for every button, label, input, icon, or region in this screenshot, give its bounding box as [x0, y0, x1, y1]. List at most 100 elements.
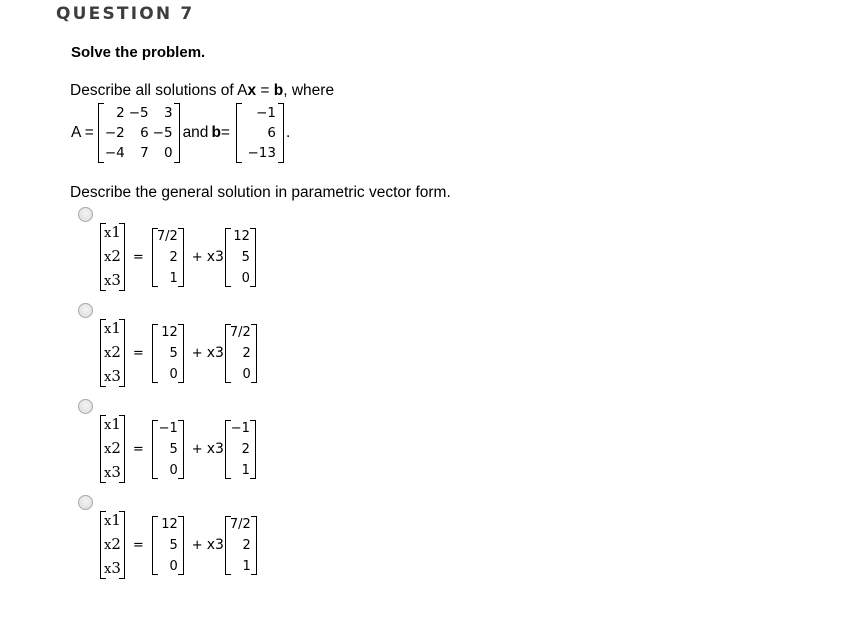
unknown-entry: x2 [104, 535, 121, 553]
answer-option-c[interactable]: x1 x2 x3 = −1 5 0 + x3 −1 2 1 [78, 399, 378, 491]
subscript-index: 3 [111, 559, 121, 577]
plus-sign: + [191, 249, 203, 265]
unknown-entry: x2 [104, 343, 121, 361]
constant-entry: 1 [169, 270, 178, 286]
vector-b-cell: −1 [256, 105, 276, 121]
unknown-entry: x1 [104, 223, 121, 241]
unknown-vector: x1 x2 x3 [100, 509, 125, 581]
matrix-a-row: 2 −5 3 [103, 103, 175, 123]
matrix-a-cell: 0 [163, 145, 173, 161]
direction-vector: 7/2 2 0 [224, 322, 257, 385]
matrix-a-cell: −2 [104, 125, 125, 141]
question-header: QUESTION 7 [56, 4, 195, 24]
option-equation: x1 x2 x3 = 12 5 0 + x3 7/2 2 0 [100, 317, 257, 389]
parameter-label: x3 [206, 249, 224, 265]
answer-option-b[interactable]: x1 x2 x3 = 12 5 0 + x3 7/2 2 0 [78, 303, 378, 395]
subscript-index: 2 [111, 439, 121, 457]
parameter-label: x3 [206, 345, 224, 361]
option-equation: x1 x2 x3 = 7/2 2 1 + x3 12 5 0 [100, 221, 256, 293]
constant-entry: 7/2 [156, 228, 178, 244]
subscript-index: 2 [111, 535, 121, 553]
unknown-vector: x1 x2 x3 [100, 221, 125, 293]
matrix-a: 2 −5 3 −2 6 −5 −4 7 0 [97, 102, 180, 164]
subscript-index: 1 [111, 415, 121, 433]
option-equation: x1 x2 x3 = 12 5 0 + x3 7/2 2 1 [100, 509, 257, 581]
prompt-prefix: Describe all solutions of A [70, 82, 248, 99]
unknown-entry: x3 [104, 271, 121, 289]
problem-prompt: Describe all solutions of Ax = b, where [70, 82, 334, 100]
unknown-entry: x1 [104, 319, 121, 337]
constant-entry: 12 [161, 516, 178, 532]
radio-button[interactable] [78, 207, 93, 222]
direction-entry: 2 [242, 537, 251, 553]
option-equation: x1 x2 x3 = −1 5 0 + x3 −1 2 1 [100, 413, 256, 485]
direction-entry: 7/2 [229, 516, 251, 532]
direction-entry: 1 [242, 558, 251, 574]
direction-entry: 2 [241, 441, 250, 457]
matrix-a-cell: 2 [116, 105, 125, 121]
vector-b-cell: −13 [247, 145, 276, 161]
constant-vector: 12 5 0 [151, 514, 184, 577]
matrix-a-cell: 7 [140, 145, 149, 161]
constant-vector: 7/2 2 1 [151, 226, 184, 289]
constant-entry: 5 [169, 441, 178, 457]
matrix-a-cell: 6 [140, 125, 149, 141]
constant-entry: 0 [169, 366, 178, 382]
radio-button[interactable] [78, 495, 93, 510]
vector-b: −1 6 −13 [235, 102, 284, 164]
constant-entry: −1 [158, 420, 178, 436]
parameter-label: x3 [206, 537, 224, 553]
constant-entry: 2 [169, 249, 178, 265]
general-solution-prompt: Describe the general solution in paramet… [70, 184, 451, 201]
direction-vector: −1 2 1 [224, 418, 256, 481]
prompt-b-bold: b [273, 82, 284, 99]
matrix-a-cell: −5 [152, 125, 173, 141]
unknown-entry: x3 [104, 367, 121, 385]
matrix-a-cell: 3 [163, 105, 173, 121]
unknown-entry: x1 [104, 415, 121, 433]
plus-sign: + [191, 537, 203, 553]
matrix-a-row: −4 7 0 [103, 143, 175, 163]
constant-vector: −1 5 0 [151, 418, 184, 481]
parameter-label: x3 [206, 441, 224, 457]
direction-entry: 1 [241, 462, 250, 478]
unknown-entry: x2 [104, 247, 121, 265]
unknown-entry: x3 [104, 463, 121, 481]
direction-entry: 5 [241, 249, 250, 265]
matrix-a-row: −2 6 −5 [103, 123, 175, 143]
answer-option-d[interactable]: x1 x2 x3 = 12 5 0 + x3 7/2 2 1 [78, 495, 378, 587]
direction-entry: 0 [242, 366, 251, 382]
radio-button[interactable] [78, 399, 93, 414]
constant-entry: 12 [161, 324, 178, 340]
unknown-entry: x2 [104, 439, 121, 457]
equals-sign: = [132, 537, 144, 553]
prompt-x-bold: x [247, 82, 257, 99]
and-label: and [182, 124, 209, 141]
subscript-index: 1 [111, 511, 121, 529]
vector-b-cell: 6 [267, 125, 276, 141]
plus-sign: + [191, 345, 203, 361]
constant-vector: 12 5 0 [151, 322, 184, 385]
radio-button[interactable] [78, 303, 93, 318]
subscript-index: 2 [111, 343, 121, 361]
answer-option-a[interactable]: x1 x2 x3 = 7/2 2 1 + x3 12 5 0 [78, 207, 378, 299]
equals-sign: = [132, 345, 144, 361]
vector-b-equals: = [220, 124, 230, 141]
unknown-entry: x1 [104, 511, 121, 529]
prompt-suffix: , where [283, 82, 335, 99]
subscript-index: 3 [111, 463, 121, 481]
unknown-vector: x1 x2 x3 [100, 317, 125, 389]
period: . [285, 124, 291, 141]
subscript-index: 3 [111, 367, 121, 385]
equals-sign: = [132, 441, 144, 457]
instruction-text: Solve the problem. [71, 44, 206, 61]
matrix-a-cell: −5 [128, 105, 149, 121]
vector-b-label: b [211, 124, 221, 141]
equals-sign: = [132, 249, 144, 265]
direction-entry: −1 [230, 420, 250, 436]
unknown-vector: x1 x2 x3 [100, 413, 125, 485]
direction-entry: 12 [233, 228, 250, 244]
direction-vector: 12 5 0 [224, 226, 256, 289]
plus-sign: + [191, 441, 203, 457]
subscript-index: 1 [111, 319, 121, 337]
